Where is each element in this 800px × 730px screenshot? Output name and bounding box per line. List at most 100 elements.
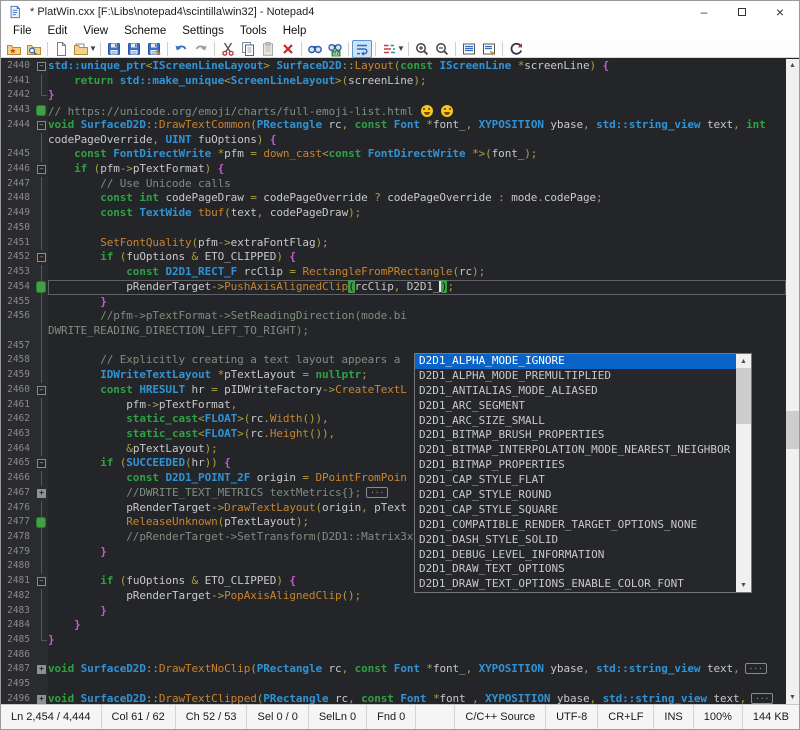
menu-item-help[interactable]: Help bbox=[275, 23, 315, 40]
code-line[interactable]: 2449 const TextWide tbuf(text, codePageD… bbox=[1, 206, 786, 221]
line-number[interactable]: 2440 bbox=[1, 59, 35, 74]
line-number[interactable]: 2451 bbox=[1, 236, 35, 251]
scroll-up-icon[interactable]: ▲ bbox=[786, 59, 799, 72]
code-line[interactable]: 2485} bbox=[1, 633, 786, 648]
line-number[interactable]: 2478 bbox=[1, 530, 35, 545]
scroll-down-icon[interactable]: ▼ bbox=[786, 691, 799, 704]
autocomplete-item[interactable]: D2D1_DRAW_TEXT_OPTIONS_ENABLE_COLOR_FONT bbox=[415, 577, 736, 592]
line-number[interactable]: 2455 bbox=[1, 295, 35, 310]
fold-margin[interactable] bbox=[35, 147, 48, 162]
fold-margin[interactable] bbox=[35, 206, 48, 221]
line-number[interactable]: 2453 bbox=[1, 265, 35, 280]
line-number[interactable] bbox=[1, 324, 35, 339]
copy-icon[interactable] bbox=[238, 40, 258, 58]
line-number[interactable]: 2495 bbox=[1, 677, 35, 692]
fold-margin[interactable]: − bbox=[35, 162, 48, 177]
code-line[interactable]: DWRITE_READING_DIRECTION_LEFT_TO_RIGHT); bbox=[1, 324, 786, 339]
autocomplete-item[interactable]: D2D1_DEBUG_LEVEL_INFORMATION bbox=[415, 548, 736, 563]
code-line[interactable]: 2487+void SurfaceD2D::DrawTextNoClip(PRe… bbox=[1, 662, 786, 677]
status-right-5[interactable]: 144 KB bbox=[742, 705, 799, 729]
word-wrap-icon[interactable] bbox=[352, 40, 372, 58]
code-line[interactable]: 2453 const D2D1_RECT_F rcClip = Rectangl… bbox=[1, 265, 786, 280]
fold-collapse-icon[interactable]: − bbox=[37, 62, 46, 71]
line-number[interactable]: 2485 bbox=[1, 633, 35, 648]
code-line[interactable]: codePageOverride, UINT fuOptions) { bbox=[1, 133, 786, 148]
fold-margin[interactable] bbox=[35, 589, 48, 604]
fold-margin[interactable]: + bbox=[35, 662, 48, 677]
fold-margin[interactable] bbox=[35, 559, 48, 574]
line-number[interactable]: 2449 bbox=[1, 206, 35, 221]
fold-margin[interactable] bbox=[35, 398, 48, 413]
code-line[interactable]: 2452− if (fuOptions & ETO_CLIPPED) { bbox=[1, 250, 786, 265]
scheme-config-icon-dropdown-icon[interactable]: ▼ bbox=[397, 44, 405, 53]
code-line[interactable]: 2496+void SurfaceD2D::DrawTextClipped(PR… bbox=[1, 692, 786, 704]
line-number[interactable]: 2457 bbox=[1, 339, 35, 354]
fold-margin[interactable] bbox=[35, 295, 48, 310]
fold-margin[interactable] bbox=[35, 633, 48, 648]
document-edit-icon[interactable] bbox=[479, 40, 499, 58]
menu-item-settings[interactable]: Settings bbox=[174, 23, 232, 40]
fold-margin[interactable] bbox=[35, 103, 48, 118]
line-number[interactable]: 2496 bbox=[1, 692, 35, 704]
autocomplete-item[interactable]: D2D1_COMPATIBLE_RENDER_TARGET_OPTIONS_NO… bbox=[415, 518, 736, 533]
line-number[interactable]: 2482 bbox=[1, 589, 35, 604]
scroll-up-icon[interactable]: ▲ bbox=[736, 354, 751, 368]
fold-margin[interactable] bbox=[35, 88, 48, 103]
fold-margin[interactable] bbox=[35, 309, 48, 324]
replace-icon[interactable]: ab bbox=[325, 40, 345, 58]
fold-collapse-icon[interactable]: − bbox=[37, 121, 46, 130]
status-left-4[interactable]: SelLn 0 bbox=[309, 705, 367, 729]
fold-margin[interactable] bbox=[35, 74, 48, 89]
menu-item-view[interactable]: View bbox=[75, 23, 116, 40]
code-line[interactable]: 2456 //pfm->pTextFormat->SetReadingDirec… bbox=[1, 309, 786, 324]
undo-icon[interactable] bbox=[171, 40, 191, 58]
code-line[interactable]: 2445 const FontDirectWrite *pfm = down_c… bbox=[1, 147, 786, 162]
close-button[interactable]: × bbox=[761, 1, 799, 23]
fold-margin[interactable] bbox=[35, 501, 48, 516]
line-number[interactable]: 2458 bbox=[1, 353, 35, 368]
autocomplete-scrollbar[interactable]: ▲ ▼ bbox=[736, 354, 751, 592]
autocomplete-item[interactable]: D2D1_DASH_STYLE_SOLID bbox=[415, 533, 736, 548]
fold-margin[interactable] bbox=[35, 265, 48, 280]
line-number[interactable]: 2459 bbox=[1, 368, 35, 383]
autocomplete-item[interactable]: D2D1_ALPHA_MODE_PREMULTIPLIED bbox=[415, 369, 736, 384]
fold-margin[interactable] bbox=[35, 677, 48, 692]
find-icon[interactable] bbox=[305, 40, 325, 58]
code-line[interactable]: 2450 bbox=[1, 221, 786, 236]
document-lines-icon[interactable] bbox=[459, 40, 479, 58]
code-line[interactable]: 2457 bbox=[1, 339, 786, 354]
fold-margin[interactable]: − bbox=[35, 574, 48, 589]
fold-margin[interactable] bbox=[35, 427, 48, 442]
line-number[interactable]: 2463 bbox=[1, 427, 35, 442]
line-number[interactable]: 2462 bbox=[1, 412, 35, 427]
fold-expand-icon[interactable]: + bbox=[37, 489, 46, 498]
scheme-config-icon[interactable] bbox=[379, 40, 399, 58]
delete-icon[interactable] bbox=[278, 40, 298, 58]
scroll-down-icon[interactable]: ▼ bbox=[736, 578, 751, 592]
fold-margin[interactable] bbox=[35, 442, 48, 457]
fold-collapse-icon[interactable]: − bbox=[37, 459, 46, 468]
status-right-4[interactable]: 100% bbox=[693, 705, 742, 729]
code-line[interactable]: 2448 const int codePageDraw = codePageOv… bbox=[1, 191, 786, 206]
status-left-5[interactable]: Fnd 0 bbox=[367, 705, 416, 729]
fold-margin[interactable] bbox=[35, 412, 48, 427]
line-number[interactable]: 2477 bbox=[1, 515, 35, 530]
autocomplete-item[interactable]: D2D1_ARC_SEGMENT bbox=[415, 399, 736, 414]
line-number[interactable]: 2461 bbox=[1, 398, 35, 413]
line-number[interactable]: 2479 bbox=[1, 545, 35, 560]
code-line[interactable]: 2455 } bbox=[1, 295, 786, 310]
line-number[interactable]: 2486 bbox=[1, 648, 35, 663]
code-line[interactable]: 2447 // Use Unicode calls bbox=[1, 177, 786, 192]
save-backup-icon[interactable] bbox=[144, 40, 164, 58]
code-line[interactable]: 2495 bbox=[1, 677, 786, 692]
code-line[interactable]: 2441 return std::make_unique<ScreenLineL… bbox=[1, 74, 786, 89]
fold-margin[interactable]: + bbox=[35, 692, 48, 704]
fold-margin[interactable] bbox=[35, 618, 48, 633]
fold-expand-icon[interactable]: + bbox=[37, 695, 46, 704]
fold-margin[interactable]: − bbox=[35, 383, 48, 398]
line-number[interactable]: 2450 bbox=[1, 221, 35, 236]
fold-margin[interactable] bbox=[35, 353, 48, 368]
menu-item-scheme[interactable]: Scheme bbox=[116, 23, 174, 40]
save-icon[interactable] bbox=[104, 40, 124, 58]
line-number[interactable]: 2452 bbox=[1, 250, 35, 265]
